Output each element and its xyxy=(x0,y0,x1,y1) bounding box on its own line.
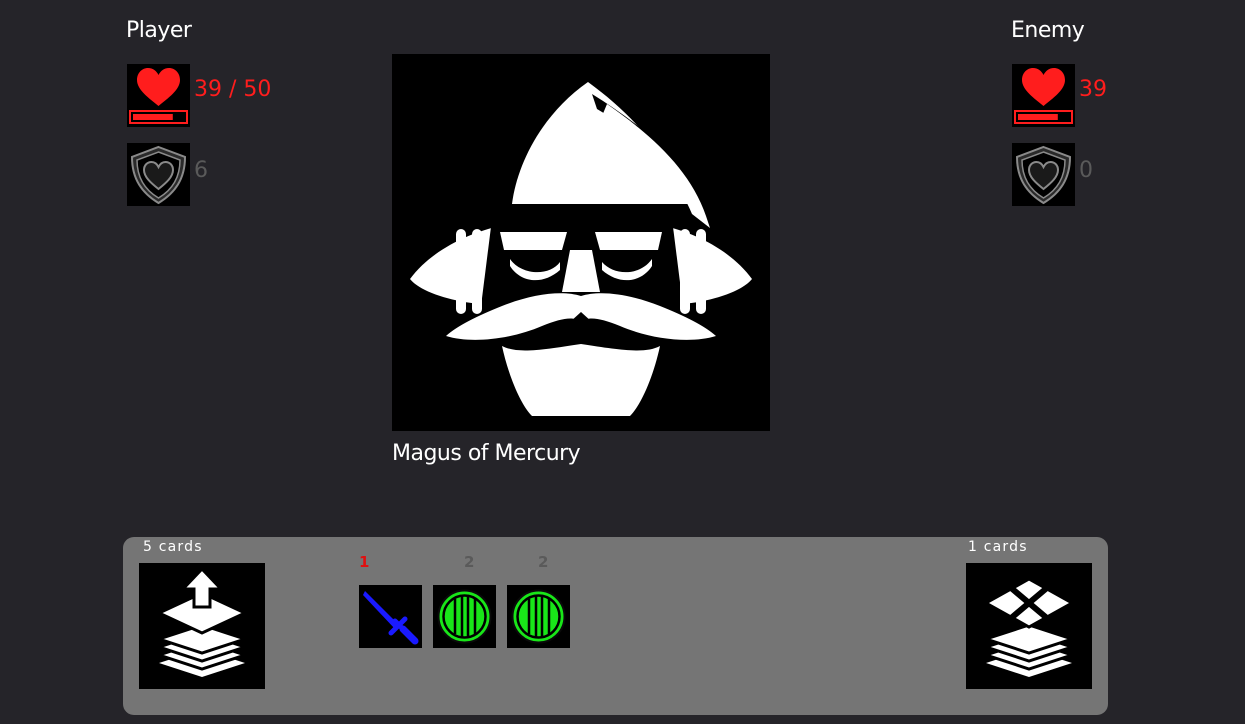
round-shield-icon xyxy=(511,589,566,644)
card-cost: 1 xyxy=(359,553,370,571)
enemy-hp-bar-fill xyxy=(1018,114,1058,120)
heart-icon xyxy=(1014,68,1073,124)
draw-pile-icon xyxy=(154,566,250,677)
discard-pile-count: 1 cards xyxy=(968,539,1028,555)
hand-card-dagger[interactable] xyxy=(359,585,422,648)
discard-pile[interactable] xyxy=(966,563,1092,689)
enemy-name: Magus of Mercury xyxy=(392,441,581,466)
enemy-hp-text: 39 xyxy=(1079,77,1107,102)
dagger-icon xyxy=(363,591,419,645)
discard-pile-icon xyxy=(981,577,1077,677)
player-hp-icon xyxy=(127,64,190,127)
card-cost: 2 xyxy=(464,553,475,571)
player-hp-text: 39 / 50 xyxy=(194,77,272,102)
player-block-icon xyxy=(127,143,190,206)
wizard-icon xyxy=(410,82,752,416)
enemy-hp-icon xyxy=(1012,64,1075,127)
heart-icon xyxy=(129,68,188,124)
player-block-value: 6 xyxy=(194,158,208,183)
draw-pile[interactable] xyxy=(139,563,265,689)
round-shield-icon xyxy=(437,589,492,644)
hand-card-shield[interactable] xyxy=(507,585,570,648)
hand-panel: 5 cards 1 2 2 1 cards xyxy=(123,537,1108,715)
hand-card-shield[interactable] xyxy=(433,585,496,648)
shield-heart-icon xyxy=(130,145,187,205)
shield-heart-icon xyxy=(1015,145,1072,205)
card-cost: 2 xyxy=(538,553,549,571)
draw-pile-count: 5 cards xyxy=(143,539,203,555)
enemy-block-value: 0 xyxy=(1079,158,1093,183)
player-hp-bar-fill xyxy=(133,114,173,120)
player-title: Player xyxy=(126,18,192,43)
enemy-title: Enemy xyxy=(1011,18,1085,43)
enemy-portrait[interactable] xyxy=(392,54,770,431)
enemy-block-icon xyxy=(1012,143,1075,206)
